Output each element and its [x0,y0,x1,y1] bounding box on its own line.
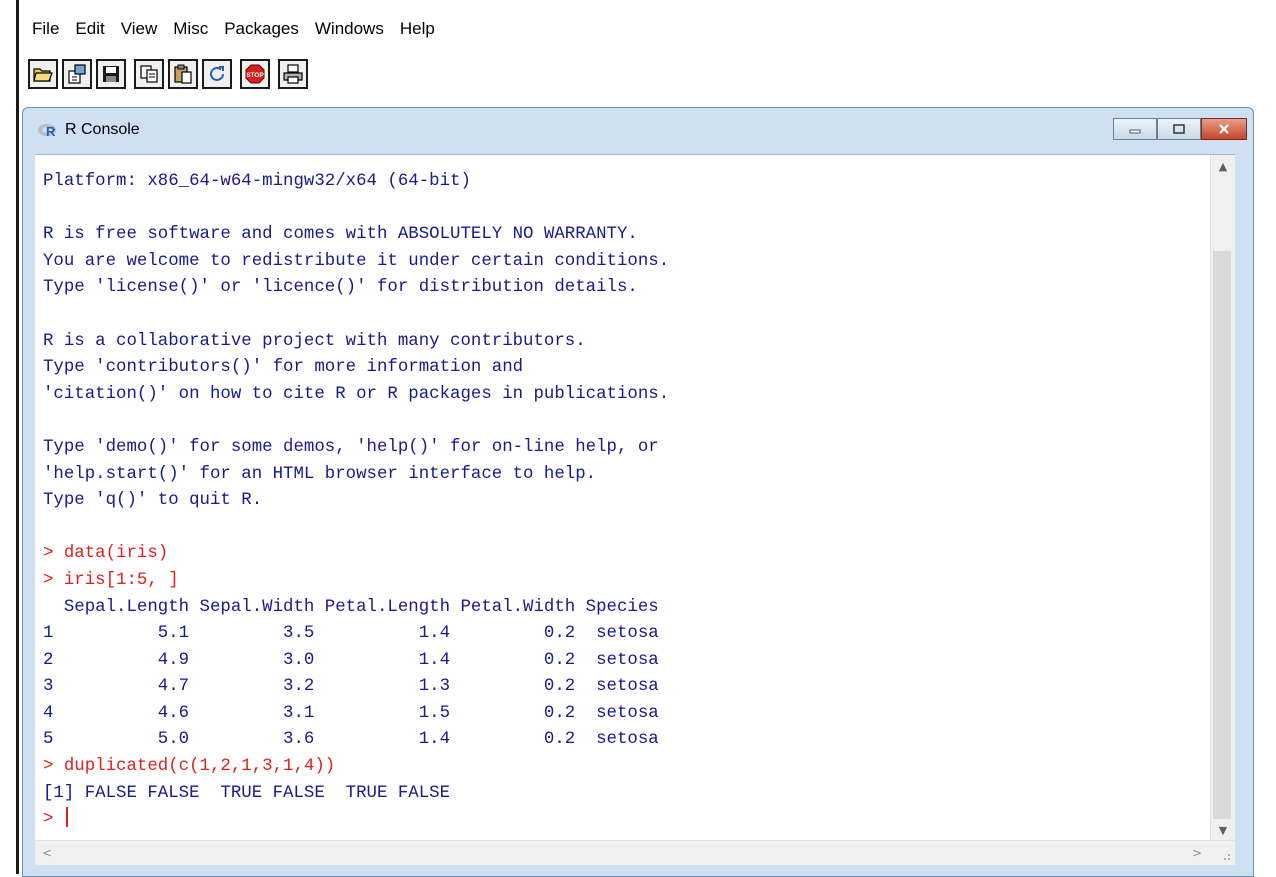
console-output-line: Type 'q()' to quit R. [43,491,263,511]
horizontal-scrollbar[interactable]: < > [35,840,1235,865]
left-border [16,0,19,874]
print-button[interactable] [278,59,308,89]
console-output-line: R is free software and comes with ABSOLU… [43,225,638,245]
close-icon [1219,124,1229,134]
print-icon [283,64,303,84]
console-output-line: Type 'license()' or 'licence()' for dist… [43,278,638,298]
toolbar: STOP [28,56,308,92]
console-output-line: Platform: x86_64-w64-mingw32/x64 (64-bit… [43,172,471,191]
console-output-line: Type 'contributors()' for more informati… [43,358,524,378]
console-output-line: 1 5.1 3.5 1.4 0.2 setosa [43,624,659,644]
window-title: R Console [65,121,140,138]
window-titlebar[interactable]: R R Console [23,108,1253,152]
console-output-line: R is a collaborative project with many c… [43,331,586,351]
load-workspace-button[interactable] [62,59,92,89]
console-output-line: 'citation()' on how to cite R or R packa… [43,384,670,404]
open-script-button[interactable] [28,59,58,89]
minimize-button[interactable] [1113,118,1157,140]
console-output-line: 3 4.7 3.2 1.3 0.2 setosa [43,677,659,697]
console-area[interactable]: Platform: x86_64-w64-mingw32/x64 (64-bit… [35,154,1235,865]
console-output-line: 5 5.0 3.6 1.4 0.2 setosa [43,730,659,750]
stop-icon: STOP [245,64,265,84]
scroll-up-arrow-icon[interactable]: ▲ [1211,155,1235,177]
save-icon [103,66,119,82]
console-input-line: > iris[1:5, ] [43,570,179,590]
console-prompt-line[interactable]: > [43,807,1203,834]
save-button[interactable] [96,59,126,89]
console-output-line: Type 'demo()' for some demos, 'help()' f… [43,437,659,457]
console-output-line: 'help.start()' for an HTML browser inter… [43,464,597,484]
r-console-window: R R Console Platform: x86_64-w64-mingw32… [22,107,1254,877]
console-output-line: 2 4.9 3.0 1.4 0.2 setosa [43,650,659,670]
refresh-button[interactable] [202,59,232,89]
scroll-left-arrow-icon[interactable]: < [35,841,59,865]
svg-text:R: R [46,124,56,139]
open-script-icon [33,68,53,82]
menu-misc[interactable]: Misc [165,19,216,39]
menu-windows[interactable]: Windows [307,19,392,39]
menu-view[interactable]: View [113,19,166,39]
minimize-icon [1129,129,1141,134]
console-prompt: > [43,810,64,830]
console-output-line: Sepal.Length Sepal.Width Petal.Length Pe… [43,597,659,617]
close-button[interactable] [1201,118,1247,140]
refresh-icon [210,66,224,81]
copy-button[interactable] [134,59,164,89]
menu-help[interactable]: Help [392,19,443,39]
menu-file[interactable]: File [24,19,67,39]
console-input-line: > data(iris) [43,544,169,564]
paste-icon [174,64,192,84]
console-output-line: [1] FALSE FALSE TRUE FALSE TRUE FALSE [43,783,451,803]
load-workspace-icon [68,64,86,84]
paste-button[interactable] [168,59,198,89]
window-controls [1113,118,1247,140]
left-frame [0,0,8,874]
stop-button[interactable]: STOP [240,59,270,89]
console-input-line: > duplicated(c(1,2,1,3,1,4)) [43,757,336,777]
scroll-right-arrow-icon[interactable]: > [1185,841,1209,865]
console-output-line: You are welcome to redistribute it under… [43,251,670,271]
vertical-scroll-thumb[interactable] [1213,251,1231,819]
text-cursor [65,807,68,828]
scroll-down-arrow-icon[interactable]: ▼ [1211,819,1235,841]
menu-edit[interactable]: Edit [67,19,112,39]
console-output-line: 4 4.6 3.1 1.5 0.2 setosa [43,703,659,723]
stop-label: STOP [246,72,264,79]
menu-packages[interactable]: Packages [216,19,307,39]
maximize-icon [1173,124,1185,134]
maximize-button[interactable] [1157,118,1201,140]
menu-bar: File Edit View Misc Packages Windows Hel… [24,12,443,46]
console-output: Platform: x86_64-w64-mingw32/x64 (64-bit… [43,169,1203,834]
copy-icon [140,65,158,83]
r-logo-icon: R [38,124,56,139]
vertical-scrollbar[interactable]: ▲ ▼ [1210,155,1235,841]
resize-grip-icon[interactable] [1219,849,1231,861]
